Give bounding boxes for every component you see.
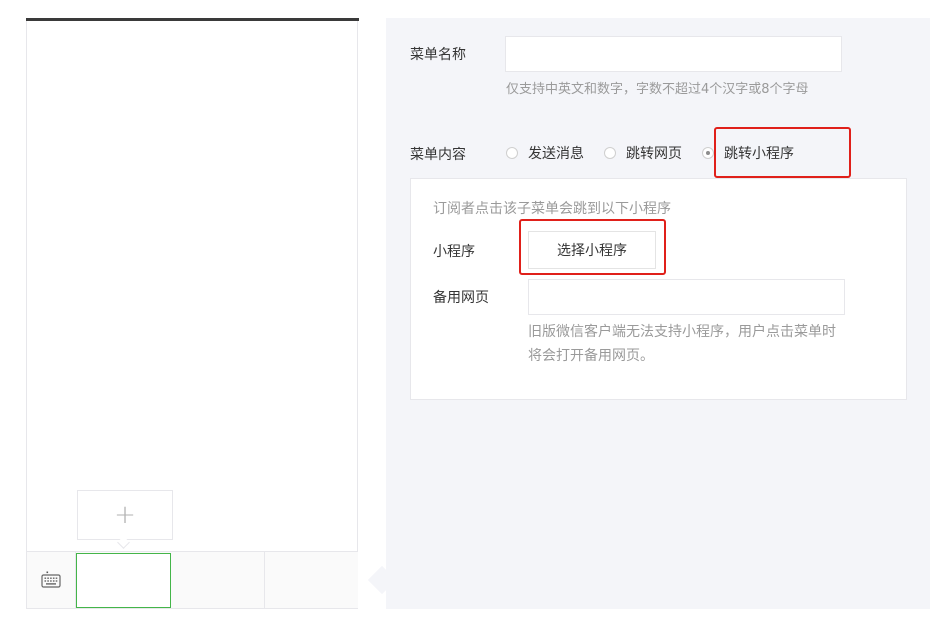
radio-circle-icon	[506, 147, 518, 159]
backup-page-input[interactable]	[528, 279, 845, 315]
plus-icon: +	[114, 500, 136, 530]
radio-checked-icon	[702, 147, 714, 159]
highlight-box-select-button	[519, 219, 666, 275]
radio-circle-icon	[604, 147, 616, 159]
backup-page-hint-line2: 将会打开备用网页。	[528, 348, 654, 364]
menu-name-input[interactable]	[505, 36, 842, 72]
add-submenu-button[interactable]: +	[77, 490, 173, 540]
preview-top-bar	[26, 18, 359, 21]
radio-label: 跳转网页	[626, 146, 682, 162]
menu-item-selected[interactable]	[76, 553, 171, 608]
keyboard-icon[interactable]	[27, 552, 76, 608]
radio-jump-webpage[interactable]: 跳转网页	[604, 143, 682, 163]
menu-content-label: 菜单内容	[410, 147, 466, 163]
backup-page-hint-line1: 旧版微信客户端无法支持小程序，用户点击菜单时	[528, 324, 836, 340]
radio-send-message[interactable]: 发送消息	[506, 143, 584, 163]
menu-name-label: 菜单名称	[410, 47, 466, 63]
menu-item-empty[interactable]	[171, 552, 265, 608]
phone-preview: +	[26, 18, 359, 609]
miniprogram-label: 小程序	[433, 244, 475, 260]
miniprogram-intro: 订阅者点击该子菜单会跳到以下小程序	[433, 201, 671, 217]
highlight-box-miniprogram-option	[714, 127, 851, 178]
radio-label: 发送消息	[528, 146, 584, 162]
backup-page-label: 备用网页	[433, 290, 489, 306]
custom-menu-bar	[27, 551, 358, 608]
menu-name-hint: 仅支持中英文和数字，字数不超过4个汉字或8个字母	[506, 82, 809, 97]
